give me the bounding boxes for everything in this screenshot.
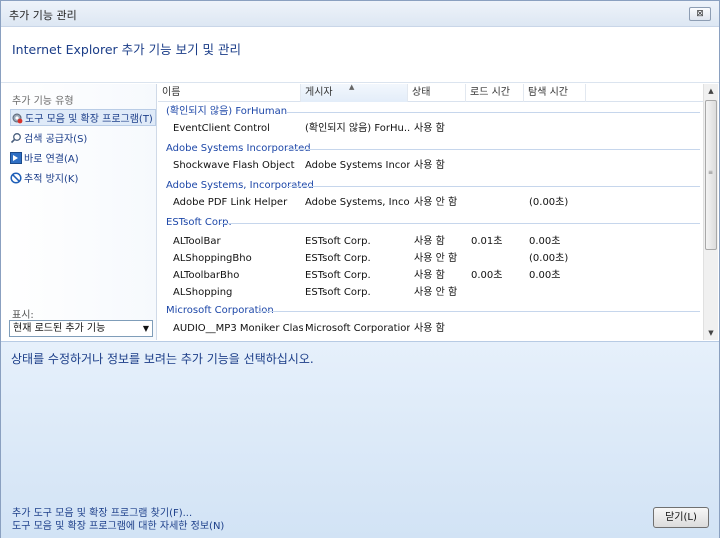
sidebar-item-search-providers[interactable]: 검색 공급자(S) — [10, 129, 156, 146]
gear-icon — [11, 112, 23, 124]
window-title: 추가 기능 관리 — [9, 9, 77, 22]
cell-name: EventClient Control — [173, 123, 270, 134]
show-dropdown[interactable]: 현재 로드된 추가 기능 ▼ — [9, 320, 153, 337]
cell-name: AUDIO__MP3 Moniker Class — [173, 323, 303, 334]
cell-name: Adobe PDF Link Helper — [173, 197, 288, 208]
sidebar-item-label: 검색 공급자(S) — [24, 134, 88, 145]
detail-message: 상태를 수정하거나 정보를 보려는 추가 기능을 선택하십시오. — [11, 352, 314, 366]
cell-publisher: Adobe Systems, Incorp... — [305, 197, 410, 208]
table-row[interactable]: AUDIO__MP3 Moniker Class Microsoft Corpo… — [158, 321, 704, 337]
sidebar-item-tracking-protection[interactable]: 추적 방지(K) — [10, 169, 156, 186]
cell-status: 사용 함 — [414, 270, 445, 281]
sort-ascending-icon: ▲ — [349, 84, 355, 91]
cell-status: 사용 안 함 — [414, 253, 458, 264]
addon-manager-window: 추가 기능 관리 ⊠ Internet Explorer 추가 기능 보기 및 … — [0, 0, 720, 538]
cell-load-time: 0.01초 — [471, 236, 503, 247]
cell-load-time: 0.00초 — [471, 270, 503, 281]
header-area: Internet Explorer 추가 기능 보기 및 관리 — [1, 27, 719, 83]
group-divider — [258, 311, 700, 312]
table-row[interactable]: EventClient Control (확인되지 않음) ForHu... 사… — [158, 121, 704, 137]
table-row[interactable]: Shockwave Flash Object Adobe Systems Inc… — [158, 158, 704, 174]
grip-icon: ≡ — [708, 169, 714, 176]
chevron-down-icon: ▼ — [142, 324, 149, 333]
group-divider — [286, 149, 700, 150]
scroll-up-icon[interactable]: ▲ — [704, 84, 718, 98]
cell-name: ALToolbarBho — [173, 270, 240, 281]
cell-status: 사용 함 — [414, 160, 445, 171]
search-icon — [10, 132, 22, 144]
sidebar-item-label: 도구 모음 및 확장 프로그램(T) — [25, 114, 153, 125]
title-bar: 추가 기능 관리 ⊠ — [1, 1, 719, 27]
cell-publisher: (확인되지 않음) ForHu... — [305, 123, 410, 134]
cell-status: 사용 함 — [414, 236, 445, 247]
table-row[interactable]: ALToolBar ESTsoft Corp. 사용 함 0.01초 0.00초 — [158, 234, 704, 250]
close-button[interactable]: 닫기(L) — [653, 507, 709, 528]
scrollbar-thumb[interactable]: ≡ — [705, 100, 717, 250]
cell-publisher: ESTsoft Corp. — [305, 236, 371, 247]
cell-status: 사용 안 함 — [414, 287, 458, 298]
sidebar-item-toolbars-extensions[interactable]: 도구 모음 및 확장 프로그램(T) — [10, 109, 156, 126]
scroll-down-icon[interactable]: ▼ — [704, 326, 718, 340]
cell-nav-time: 0.00초 — [529, 236, 561, 247]
cell-publisher: ESTsoft Corp. — [305, 253, 371, 264]
accelerator-icon — [10, 151, 22, 164]
list-scrollbar[interactable]: ▲ ≡ ▼ — [703, 84, 718, 340]
column-header-row: 이름 ▲ 게시자 상태 로드 시간 탐색 시간 — [158, 84, 704, 102]
table-row[interactable]: Adobe PDF Link Helper Adobe Systems, Inc… — [158, 195, 704, 211]
cell-nav-time: 0.00초 — [529, 270, 561, 281]
group-divider — [286, 186, 700, 187]
cell-status: 사용 함 — [414, 123, 445, 134]
group-divider — [286, 112, 700, 113]
column-header-publisher[interactable]: ▲ 게시자 — [301, 84, 408, 102]
page-title: Internet Explorer 추가 기능 보기 및 관리 — [12, 42, 242, 57]
sidebar-item-label: 바로 연결(A) — [24, 154, 79, 165]
cell-publisher: Adobe Systems Incorpo... — [305, 160, 410, 171]
show-label: 표시: — [12, 310, 34, 321]
cell-publisher: ESTsoft Corp. — [305, 287, 371, 298]
cell-status: 사용 안 함 — [414, 197, 458, 208]
table-row[interactable]: ALShoppingBho ESTsoft Corp. 사용 안 함 (0.00… — [158, 251, 704, 267]
addon-type-sidebar: 추가 기능 유형 도구 모음 및 확장 프로그램(T) 검색 공급자(S) 바로… — [1, 84, 157, 340]
column-header-name[interactable]: 이름 — [158, 84, 301, 102]
show-dropdown-value: 현재 로드된 추가 기능 — [13, 323, 106, 334]
cell-name: ALToolBar — [173, 236, 221, 247]
group-divider — [220, 223, 700, 224]
cell-publisher: ESTsoft Corp. — [305, 270, 371, 281]
cell-status: 사용 함 — [414, 323, 445, 334]
column-header-status[interactable]: 상태 — [408, 84, 466, 102]
cell-nav-time: (0.00초) — [529, 197, 569, 208]
column-header-load-time[interactable]: 로드 시간 — [466, 84, 524, 102]
cell-publisher: Microsoft Corporation — [305, 323, 410, 334]
detail-pane: 상태를 수정하거나 정보를 보려는 추가 기능을 선택하십시오. 추가 도구 모… — [1, 341, 719, 538]
table-row[interactable]: ALToolbarBho ESTsoft Corp. 사용 함 0.00초 0.… — [158, 268, 704, 284]
column-header-publisher-label: 게시자 — [305, 87, 333, 98]
cell-nav-time: (0.00초) — [529, 253, 569, 264]
sidebar-heading: 추가 기능 유형 — [12, 96, 74, 107]
group-header: (확인되지 않음) ForHuman — [166, 106, 288, 117]
addon-list: 이름 ▲ 게시자 상태 로드 시간 탐색 시간 (확인되지 않음) ForHum… — [158, 84, 704, 340]
sidebar-item-accelerators[interactable]: 바로 연결(A) — [10, 149, 156, 166]
table-row[interactable]: ALShopping ESTsoft Corp. 사용 안 함 — [158, 285, 704, 301]
window-close-button[interactable]: ⊠ — [689, 7, 711, 21]
cell-name: ALShopping — [173, 287, 233, 298]
column-header-nav-time[interactable]: 탐색 시간 — [524, 84, 586, 102]
block-icon — [10, 171, 22, 184]
cell-name: Shockwave Flash Object — [173, 160, 295, 171]
learn-more-link[interactable]: 도구 모음 및 확장 프로그램에 대한 자세한 정보(N) — [12, 517, 224, 532]
cell-name: ALShoppingBho — [173, 253, 252, 264]
sidebar-item-label: 추적 방지(K) — [24, 174, 79, 185]
